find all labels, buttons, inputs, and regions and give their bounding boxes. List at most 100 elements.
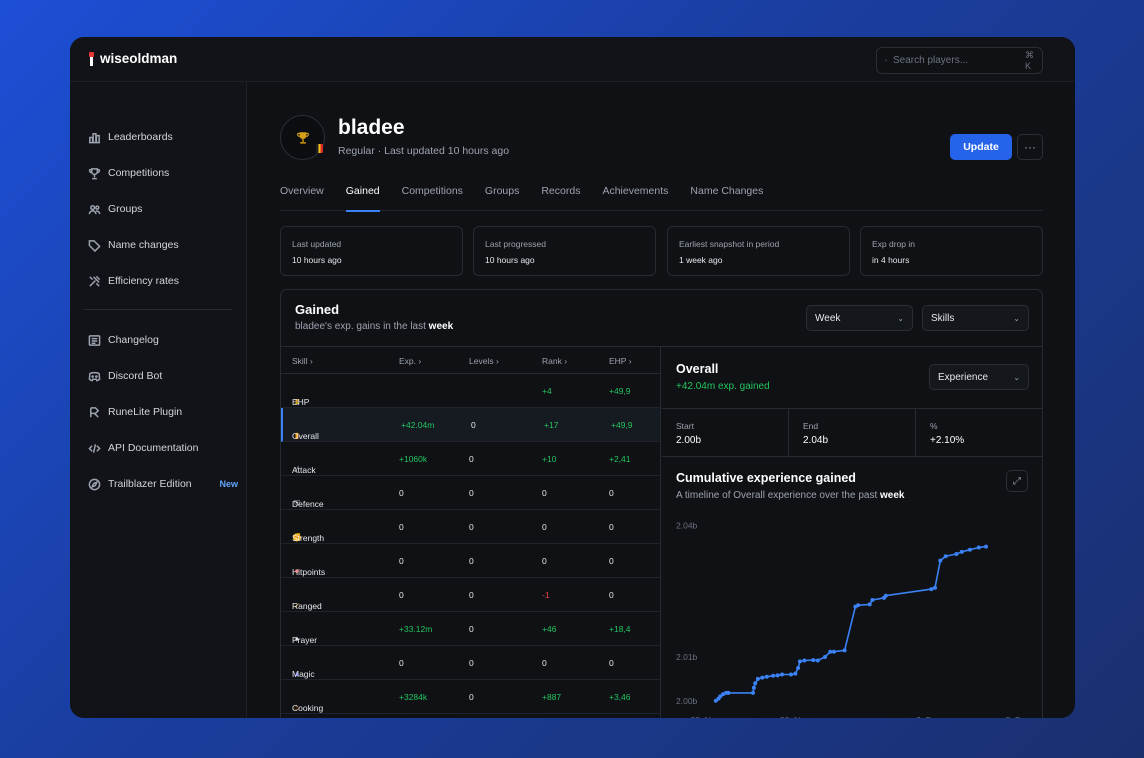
tab-gained[interactable]: Gained bbox=[345, 185, 380, 212]
table-row[interactable]: ⁄ Attack +1060k 0 +10 +2,41 bbox=[281, 442, 660, 476]
card-value: 1 week ago bbox=[679, 255, 723, 265]
data-point[interactable] bbox=[883, 593, 888, 598]
data-point[interactable] bbox=[797, 659, 802, 664]
sidebar-item-label: Changelog bbox=[108, 334, 159, 346]
table-row[interactable]: ♨ Cooking +3284k 0 +887 +3,46 bbox=[281, 680, 660, 714]
search-input[interactable] bbox=[893, 55, 1025, 66]
col-rank[interactable]: Rank › bbox=[542, 356, 567, 366]
sidebar-item-leaderboards[interactable]: Leaderboards bbox=[88, 127, 238, 147]
table-row[interactable]: ⧗ EHP +4 +49,9 bbox=[281, 374, 660, 408]
data-point[interactable] bbox=[870, 598, 875, 602]
sidebar-item-label: Trailblazer Edition bbox=[108, 478, 192, 490]
data-point[interactable] bbox=[929, 587, 934, 592]
col-ehp[interactable]: EHP › bbox=[609, 356, 632, 366]
data-point[interactable] bbox=[967, 547, 972, 552]
data-point[interactable] bbox=[954, 552, 959, 556]
table-row[interactable]: ✦ Prayer +33.12m 0 +46 +18,4 bbox=[281, 612, 660, 646]
sidebar-item-efficiency-rates[interactable]: Efficiency rates bbox=[88, 271, 238, 291]
sidebar-item-name-changes[interactable]: Name changes bbox=[88, 235, 238, 255]
code-icon bbox=[88, 443, 101, 453]
chart-subtitle: A timeline of Overall experience over th… bbox=[676, 490, 905, 501]
chevron-down-icon: ⌄ bbox=[1013, 313, 1020, 323]
skill-name: Defence bbox=[292, 499, 324, 509]
data-point[interactable] bbox=[793, 671, 798, 676]
period-select[interactable]: Week ⌄ bbox=[806, 305, 913, 331]
data-point[interactable] bbox=[796, 666, 801, 670]
data-point[interactable] bbox=[726, 690, 731, 695]
data-point[interactable] bbox=[943, 554, 948, 559]
tab-groups[interactable]: Groups bbox=[485, 185, 519, 211]
table-row[interactable]: ▲ Magic 0 0 0 0 bbox=[281, 646, 660, 680]
data-point[interactable] bbox=[933, 585, 937, 590]
data-point[interactable] bbox=[842, 648, 847, 653]
data-point[interactable] bbox=[831, 649, 836, 654]
chart-title: Cumulative experience gained bbox=[676, 471, 856, 485]
table-row[interactable]: ➶ Ranged 0 0 -1 0 bbox=[281, 578, 660, 612]
data-point[interactable] bbox=[856, 603, 861, 608]
table-row[interactable]: ♥ Hitpoints 0 0 0 0 bbox=[281, 544, 660, 578]
chart-metric-select[interactable]: Experience ⌄ bbox=[929, 364, 1029, 390]
sidebar-item-label: Leaderboards bbox=[108, 131, 173, 143]
y-tick-label: 2.01b bbox=[676, 652, 698, 662]
col-exp[interactable]: Exp. › bbox=[399, 356, 421, 366]
tab-records[interactable]: Records bbox=[541, 185, 580, 211]
data-point[interactable] bbox=[828, 649, 833, 654]
new-badge: New bbox=[219, 479, 238, 489]
more-options-button[interactable]: ··· bbox=[1017, 134, 1043, 160]
tab-competitions[interactable]: Competitions bbox=[402, 185, 463, 211]
data-point[interactable] bbox=[811, 658, 816, 663]
sidebar-item-groups[interactable]: Groups bbox=[88, 199, 238, 219]
data-point[interactable] bbox=[938, 558, 943, 563]
sidebar-item-competitions[interactable]: Competitions bbox=[88, 163, 238, 183]
levels-cell: 0 bbox=[469, 692, 474, 702]
expand-chart-button[interactable]: ⤢ bbox=[1006, 470, 1028, 492]
tab-achievements[interactable]: Achievements bbox=[602, 185, 668, 211]
data-point[interactable] bbox=[976, 545, 981, 550]
data-point[interactable] bbox=[780, 672, 784, 677]
metric-type-select[interactable]: Skills ⌄ bbox=[922, 305, 1029, 331]
rank-cell: +4 bbox=[542, 386, 552, 396]
data-point[interactable] bbox=[755, 676, 760, 681]
data-point[interactable] bbox=[753, 681, 758, 686]
data-point[interactable] bbox=[771, 673, 776, 678]
data-point[interactable] bbox=[959, 549, 964, 554]
sidebar-item-api-documentation[interactable]: API Documentation bbox=[88, 438, 238, 458]
y-tick-label: 2.04b bbox=[676, 521, 698, 531]
tab-overview[interactable]: Overview bbox=[280, 185, 324, 211]
data-point[interactable] bbox=[823, 655, 827, 659]
levels-cell: 0 bbox=[469, 522, 474, 532]
data-point[interactable] bbox=[867, 602, 872, 607]
data-point[interactable] bbox=[764, 674, 769, 679]
data-point[interactable] bbox=[802, 658, 807, 663]
data-point[interactable] bbox=[789, 672, 793, 677]
update-button[interactable]: Update bbox=[950, 134, 1012, 160]
sidebar-item-runelite-plugin[interactable]: RuneLite Plugin bbox=[88, 402, 238, 422]
search-box[interactable]: ⌘ K bbox=[876, 47, 1043, 74]
sidebar-item-trailblazer-edition[interactable]: Trailblazer Edition New bbox=[88, 474, 238, 494]
table-row[interactable]: ✊ Strength 0 0 0 0 bbox=[281, 510, 660, 544]
sidebar-item-discord-bot[interactable]: Discord Bot bbox=[88, 366, 238, 386]
data-point[interactable] bbox=[760, 675, 765, 680]
table-row[interactable]: ⛨ Defence 0 0 0 0 bbox=[281, 476, 660, 510]
data-point[interactable] bbox=[984, 544, 988, 549]
data-point[interactable] bbox=[751, 685, 756, 690]
data-point[interactable] bbox=[775, 673, 780, 678]
tab-name-changes[interactable]: Name Changes bbox=[690, 185, 763, 211]
levels-cell: 0 bbox=[471, 420, 476, 430]
exp-cell: +1060k bbox=[399, 454, 428, 464]
skills-table: Skill › Exp. › Levels › Rank › EHP › ⧗ EH… bbox=[281, 347, 661, 718]
data-point[interactable] bbox=[815, 658, 820, 663]
logo-icon bbox=[88, 51, 95, 66]
ehp-cell: +49,9 bbox=[609, 386, 631, 396]
table-row[interactable]: ▮ Overall +42.04m 0 +17 +49,9 bbox=[281, 408, 660, 442]
sidebar-item-changelog[interactable]: Changelog bbox=[88, 330, 238, 350]
skill-name: Overall bbox=[292, 431, 319, 441]
ehp-cell: 0 bbox=[609, 658, 614, 668]
sidebar-item-label: Groups bbox=[108, 203, 143, 215]
exp-cell: 0 bbox=[399, 522, 404, 532]
x-tick-label: 5. Dez. bbox=[1006, 715, 1033, 718]
col-levels[interactable]: Levels › bbox=[469, 356, 499, 366]
data-point[interactable] bbox=[751, 690, 755, 695]
col-skill[interactable]: Skill › bbox=[292, 356, 313, 366]
logo[interactable]: wiseoldman bbox=[88, 51, 177, 66]
